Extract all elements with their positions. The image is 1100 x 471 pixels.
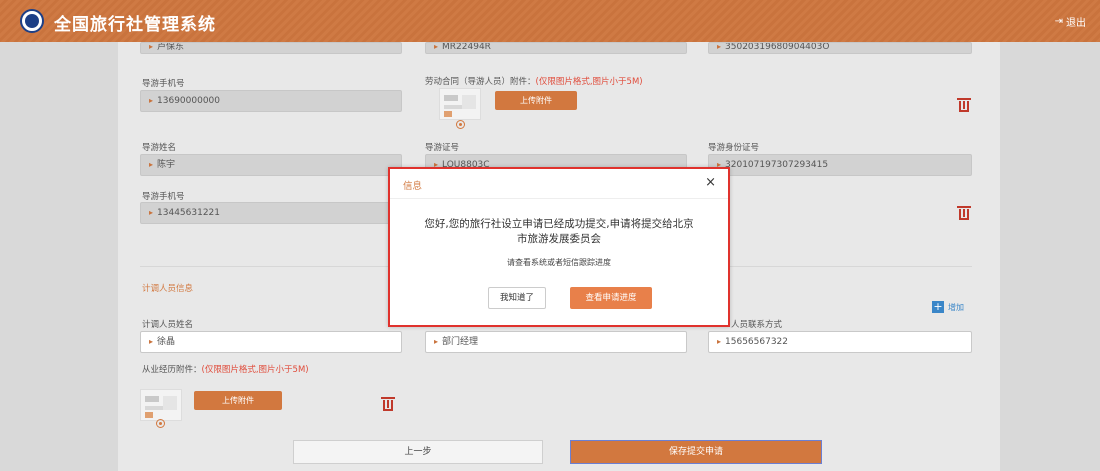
logout-icon: ⇥ <box>1054 16 1063 27</box>
experience-label: 从业经历附件：(仅限图片格式,图片小于5M) <box>142 365 309 375</box>
left-gutter <box>0 42 118 471</box>
guide-id-label: 导游身份证号 <box>708 143 760 153</box>
guide-cert-label: 导游证号 <box>425 143 460 153</box>
contract-upload-button[interactable]: 上传附件 <box>495 91 577 110</box>
dialog-header: 信息 × <box>390 169 728 199</box>
experience-thumbnail <box>140 389 182 421</box>
contract-label: 劳动合同（导游人员）附件：(仅限图片格式,图片小于5M) <box>425 77 643 87</box>
guide-name-field-partial[interactable]: 卢保东 <box>140 42 402 54</box>
add-planner-button[interactable]: + 增加 <box>932 301 964 313</box>
view-progress-button[interactable]: 查看申请进度 <box>570 287 652 309</box>
system-title: 全国旅行社管理系统 <box>54 15 216 35</box>
acknowledge-button[interactable]: 我知道了 <box>488 287 546 309</box>
delete-planner-icon[interactable] <box>381 396 395 412</box>
close-icon[interactable]: × <box>705 175 716 190</box>
guide-phone-field-2[interactable]: 13445631221 <box>140 202 402 224</box>
guide-phone-label-2: 导游手机号 <box>142 192 185 202</box>
plus-icon: + <box>932 300 944 313</box>
guide-name-field[interactable]: 陈宇 <box>140 154 402 176</box>
planner-name-field[interactable]: 徐晶 <box>140 331 402 353</box>
dialog-title: 信息 <box>403 181 423 192</box>
guide-cert-field-partial[interactable]: MR22494R <box>425 42 687 54</box>
delete-guide-icon[interactable] <box>957 97 971 113</box>
guide-name-label: 导游姓名 <box>142 143 177 153</box>
dialog-message: 您好,您的旅行社设立申请已经成功提交,申请将提交给北京 市旅游发展委员会 <box>424 218 694 245</box>
logout-button[interactable]: ⇥ 退出 <box>1055 14 1086 29</box>
logo-icon <box>20 9 44 33</box>
guide-phone-field[interactable]: 13690000000 <box>140 90 402 112</box>
prev-step-button[interactable]: 上一步 <box>293 440 543 464</box>
delete-guide-icon-2[interactable] <box>957 205 971 221</box>
planner-section-title: 计调人员信息 <box>142 284 194 294</box>
experience-upload-button[interactable]: 上传附件 <box>194 391 282 410</box>
contract-thumbnail <box>439 88 481 120</box>
preview-icon[interactable] <box>456 120 465 129</box>
info-dialog: 信息 × 您好,您的旅行社设立申请已经成功提交,申请将提交给北京 市旅游发展委员… <box>388 167 730 327</box>
guide-id-field-partial[interactable]: 35020319680904403O <box>708 42 972 54</box>
add-label: 增加 <box>948 302 964 312</box>
planner-contact-label: 人员联系方式 <box>731 320 783 330</box>
logout-label: 退出 <box>1066 18 1086 29</box>
save-submit-button[interactable]: 保存提交申请 <box>570 440 822 464</box>
planner-position-field[interactable]: 部门经理 <box>425 331 687 353</box>
guide-phone-label: 导游手机号 <box>142 79 185 89</box>
planner-contact-field[interactable]: 15656567322 <box>708 331 972 353</box>
right-gutter <box>1000 42 1100 471</box>
dialog-subtext: 请查看系统或者短信跟踪进度 <box>507 258 611 267</box>
preview-icon-2[interactable] <box>156 419 165 428</box>
planner-name-label: 计调人员姓名 <box>142 320 194 330</box>
guide-id-field[interactable]: 320107197307293415 <box>708 154 972 176</box>
top-bar: 全国旅行社管理系统 ⇥ 退出 <box>0 0 1100 42</box>
